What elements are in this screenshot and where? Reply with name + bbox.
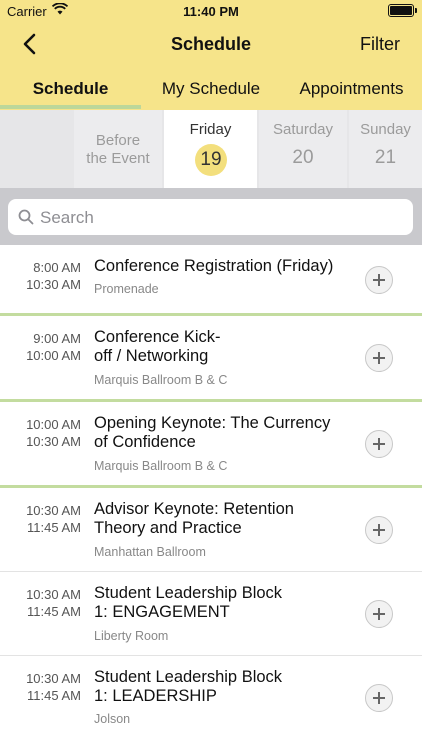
session-title-line2: 1: ENGAGEMENT	[94, 603, 230, 621]
session-title-line2: Theory and Practice	[94, 519, 242, 537]
session-title-line2: 1: LEADERSHIP	[94, 687, 217, 705]
day-friday[interactable]: Friday 19	[164, 110, 257, 188]
session-location: Jolson	[94, 712, 131, 726]
day-empty	[0, 110, 72, 188]
tab-appointments[interactable]: Appointments	[281, 72, 422, 110]
add-session-button[interactable]	[365, 684, 393, 712]
start-time: 10:00 AM	[26, 417, 81, 432]
page-title: Schedule	[170, 34, 252, 54]
session-title-line1: Student Leadership Block	[94, 584, 283, 602]
session-title: Conference Registration (Friday)	[94, 257, 334, 275]
session-title-line2: of Confidence	[94, 433, 196, 451]
day-name: Saturday	[272, 121, 334, 138]
add-session-button[interactable]	[365, 516, 393, 544]
search-bar	[0, 188, 422, 245]
start-time: 9:00 AM	[33, 331, 81, 346]
day-selector: Before the Event Friday 19 Saturday 20 Su…	[0, 110, 422, 188]
session-title: Opening Keynote: The Currency of Confiden…	[94, 414, 344, 452]
active-tab-indicator	[0, 105, 141, 109]
day-name: Friday	[189, 121, 232, 138]
session-location: Marquis Ballroom B & C	[94, 373, 228, 387]
session-title-line2: off / Networking	[94, 347, 209, 365]
list-item[interactable]: 10:00 AM 10:30 AM Opening Keynote: The C…	[0, 402, 422, 485]
filter-button[interactable]: Filter	[360, 34, 400, 55]
list-item[interactable]: 9:00 AM 10:00 AM Conference Kick-off / N…	[0, 316, 422, 399]
list-item[interactable]: 8:00 AM 10:30 AM Conference Registration…	[0, 245, 422, 313]
add-session-button[interactable]	[365, 344, 393, 372]
navigation-bar: Schedule Filter	[0, 22, 422, 66]
battery-icon	[388, 4, 417, 17]
session-title-line1: Conference Kick-	[94, 328, 221, 346]
search-icon	[18, 209, 34, 230]
end-time: 11:45 AM	[27, 688, 81, 703]
selected-date: 19	[195, 144, 227, 176]
end-time: 11:45 AM	[27, 520, 81, 535]
status-bar: Carrier 11:40 PM	[0, 0, 422, 22]
start-time: 10:30 AM	[26, 587, 81, 602]
day-saturday[interactable]: Saturday 20	[259, 110, 347, 188]
start-time: 10:30 AM	[26, 503, 81, 518]
session-title: Student Leadership Block 1: ENGAGEMENT	[94, 584, 344, 622]
search-field[interactable]	[8, 199, 413, 235]
add-session-button[interactable]	[365, 430, 393, 458]
day-date: 20	[292, 147, 314, 168]
end-time: 11:45 AM	[27, 604, 81, 619]
session-title: Student Leadership Block 1: LEADERSHIP	[94, 668, 344, 706]
app-header: Carrier 11:40 PM Schedule Filter Schedul…	[0, 0, 422, 110]
list-item[interactable]: 10:30 AM 11:45 AM Student Leadership Blo…	[0, 656, 422, 739]
clock: 11:40 PM	[183, 4, 239, 19]
tab-my-schedule[interactable]: My Schedule	[141, 72, 281, 110]
start-time: 10:30 AM	[26, 671, 81, 686]
end-time: 10:30 AM	[26, 277, 81, 292]
session-location: Promenade	[94, 282, 159, 296]
day-name-line2: the Event	[86, 150, 150, 167]
session-title-line1: Student Leadership Block	[94, 668, 283, 686]
day-name-line1: Before	[95, 132, 141, 149]
end-time: 10:30 AM	[26, 434, 81, 449]
day-sunday[interactable]: Sunday 21	[349, 110, 422, 188]
session-title: Conference Kick-off / Networking	[94, 328, 344, 366]
session-title-line1: Opening Keynote: The Currency	[94, 414, 331, 432]
day-before-event[interactable]: Before the Event	[74, 110, 162, 188]
session-title-line1: Advisor Keynote: Retention	[94, 500, 294, 518]
end-time: 10:00 AM	[26, 348, 81, 363]
add-session-button[interactable]	[365, 266, 393, 294]
list-item[interactable]: 10:30 AM 11:45 AM Student Leadership Blo…	[0, 572, 422, 655]
session-location: Manhattan Ballroom	[94, 545, 206, 559]
start-time: 8:00 AM	[33, 260, 81, 275]
session-location: Marquis Ballroom B & C	[94, 459, 228, 473]
session-title: Advisor Keynote: Retention Theory and Pra…	[94, 500, 344, 538]
day-name: Sunday	[360, 121, 411, 138]
search-input[interactable]	[38, 205, 402, 231]
list-item[interactable]: 10:30 AM 11:45 AM Advisor Keynote: Reten…	[0, 488, 422, 571]
add-session-button[interactable]	[365, 600, 393, 628]
session-location: Liberty Room	[94, 629, 169, 643]
day-date: 21	[374, 147, 397, 168]
